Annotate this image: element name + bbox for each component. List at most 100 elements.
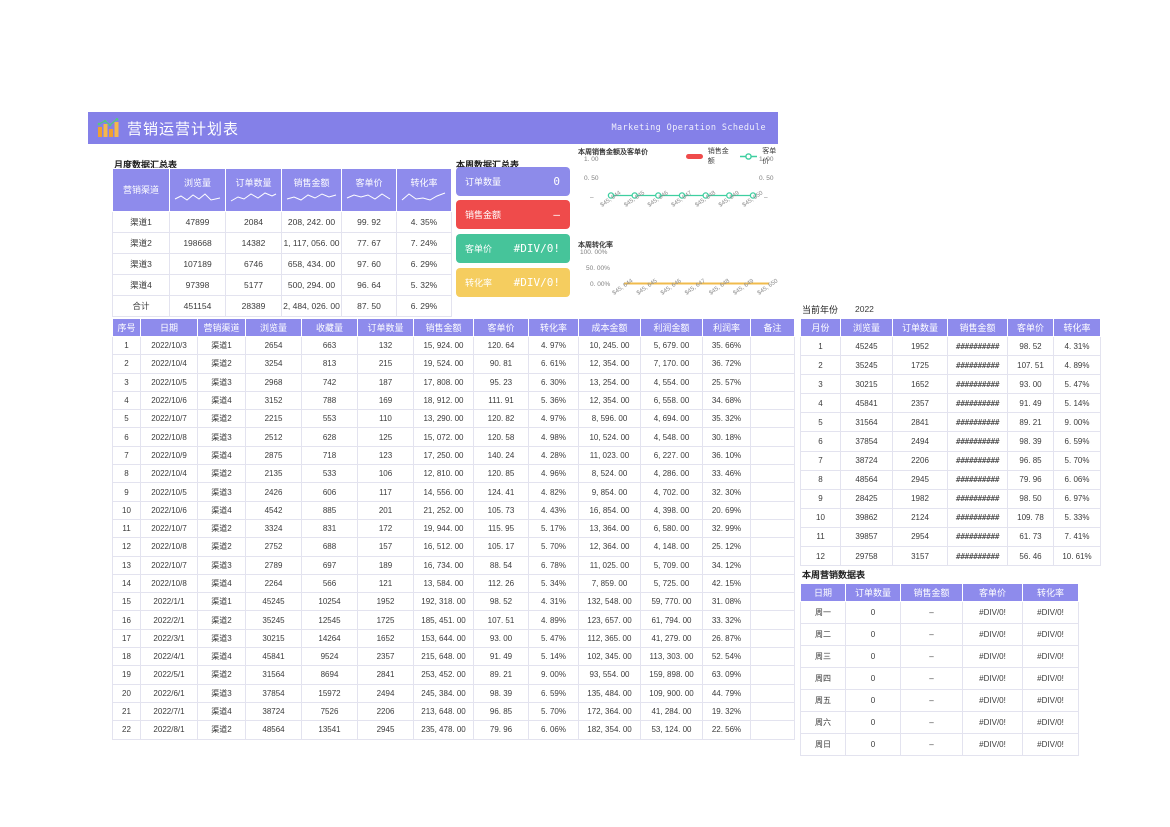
table-cell: #DIV/0! bbox=[962, 623, 1023, 646]
table-cell: 2022/10/5 bbox=[140, 482, 198, 502]
table-cell: 106 bbox=[357, 464, 414, 484]
table-cell: 28425 bbox=[840, 488, 893, 509]
table-cell: 2206 bbox=[357, 701, 414, 722]
table-cell: 5 bbox=[112, 409, 141, 429]
kpi-label: 订单数量 bbox=[465, 177, 502, 187]
table-cell: 渠道1 bbox=[112, 211, 170, 233]
kpi-card-unitprice[interactable]: 客单价 #DIV/0! bbox=[456, 234, 570, 263]
table-cell bbox=[750, 464, 795, 484]
kpi-card-conversion[interactable]: 转化率 #DIV/0! bbox=[456, 268, 570, 297]
table-cell: 44. 79% bbox=[702, 683, 751, 703]
x-tick-4: $45, 648 bbox=[708, 278, 731, 297]
table-cell: 5. 32% bbox=[396, 274, 452, 296]
table-cell: ########## bbox=[947, 526, 1008, 548]
table-cell: 0 bbox=[845, 645, 901, 668]
table-cell: 33. 32% bbox=[702, 610, 751, 630]
table-cell: 19, 944. 00 bbox=[413, 518, 474, 539]
kpi-card-sales[interactable]: 销售金额 – bbox=[456, 200, 570, 229]
kpi-label: 销售金额 bbox=[465, 210, 502, 220]
table-cell: – bbox=[900, 711, 963, 734]
col-favorites: 收藏量 bbox=[301, 318, 358, 337]
table-cell: 0 bbox=[845, 733, 901, 756]
table-cell bbox=[750, 555, 795, 575]
table-cell: 8694 bbox=[301, 665, 358, 685]
table-cell: 6. 59% bbox=[1053, 431, 1101, 452]
table-cell bbox=[750, 482, 795, 502]
table-cell: 107189 bbox=[169, 253, 226, 275]
table-cell: #DIV/0! bbox=[1022, 733, 1079, 756]
table-cell: ########## bbox=[947, 431, 1008, 452]
y-tick-3: 0. 00% bbox=[590, 281, 610, 288]
table-row: 8 2022/10/4 渠道2 2135 533 106 12, 810. 00 120. 8… bbox=[112, 464, 795, 484]
table-cell: 96. 85 bbox=[473, 701, 529, 722]
table-cell: 5. 47% bbox=[528, 628, 579, 649]
table-cell: 53, 124. 00 bbox=[640, 720, 703, 740]
table-cell: 109, 900. 00 bbox=[640, 683, 703, 703]
table-cell: 125 bbox=[357, 427, 414, 447]
table-row: 5 2022/10/7 渠道2 2215 553 110 13, 290. 00 120. 8… bbox=[112, 409, 795, 429]
col-conversion: 转化率 bbox=[528, 318, 579, 337]
table-cell: 16 bbox=[112, 610, 141, 630]
col-views: 浏览量 bbox=[169, 168, 226, 212]
table-cell: 30215 bbox=[245, 628, 302, 649]
table-cell: 189 bbox=[357, 555, 414, 575]
table-cell bbox=[750, 537, 795, 557]
table-cell: 2022/7/1 bbox=[140, 701, 198, 722]
table-cell: 周二 bbox=[800, 623, 846, 646]
table-cell: 2752 bbox=[245, 537, 302, 557]
table-cell: 9, 854. 00 bbox=[578, 482, 641, 502]
table-cell: 533 bbox=[301, 464, 358, 484]
table-cell: 213, 648. 00 bbox=[413, 701, 474, 722]
kpi-card-orders[interactable]: 订单数量 0 bbox=[456, 167, 570, 196]
table-cell: 45841 bbox=[840, 393, 893, 414]
table-cell: 688 bbox=[301, 537, 358, 557]
table-cell: 42. 15% bbox=[702, 573, 751, 594]
table-cell: 合计 bbox=[112, 295, 170, 317]
table-cell: 112. 26 bbox=[473, 573, 529, 594]
col-sales: 销售金额 bbox=[281, 168, 342, 212]
table-cell: 13 bbox=[112, 555, 141, 575]
col-day: 日期 bbox=[800, 583, 846, 602]
table-cell: 2022/10/4 bbox=[140, 464, 198, 484]
table-header-row: 序号 日期 营销渠道 浏览量 收藏量 订单数量 销售金额 客单价 转化率 成本金… bbox=[112, 318, 795, 337]
table-cell: 34. 12% bbox=[702, 555, 751, 575]
table-cell: 38724 bbox=[245, 701, 302, 722]
table-cell bbox=[750, 372, 795, 392]
table-cell: 30. 18% bbox=[702, 427, 751, 447]
table-cell: 2022/10/7 bbox=[140, 555, 198, 575]
table-cell: 87. 50 bbox=[341, 295, 397, 317]
table-cell: 6746 bbox=[225, 253, 282, 275]
year-value[interactable]: 2022 bbox=[855, 304, 874, 314]
table-cell bbox=[750, 335, 795, 356]
table-row: 周五 0– #DIV/0! #DIV/0! bbox=[800, 689, 1079, 712]
table-cell: ########## bbox=[947, 335, 1008, 357]
table-cell: 渠道4 bbox=[112, 274, 170, 296]
week-table-caption: 本周营销数据表 bbox=[802, 570, 866, 580]
table-cell: ########## bbox=[947, 450, 1008, 471]
table-cell: 14264 bbox=[301, 628, 358, 649]
table-cell: 451154 bbox=[169, 295, 226, 317]
table-row: 21 2022/7/1 渠道4 38724 7526 2206 213, 648. 00 96… bbox=[112, 701, 795, 722]
table-cell: 29758 bbox=[840, 546, 893, 567]
weekly-marketing-table: 日期 订单数量 销售金额 客单价 转化率 周一 0– #DIV/0! #DIV/0! 周… bbox=[800, 583, 1079, 756]
kpi-label: 客单价 bbox=[465, 244, 493, 254]
table-row: 周四 0– #DIV/0! #DIV/0! bbox=[800, 667, 1079, 690]
table-cell: 32. 30% bbox=[702, 482, 751, 502]
table-cell: 788 bbox=[301, 390, 358, 411]
table-row: 12 2022/10/8 渠道2 2752 688 157 16, 512. 00 105. … bbox=[112, 537, 795, 557]
kpi-value: #DIV/0! bbox=[513, 242, 560, 255]
table-cell: 39857 bbox=[840, 526, 893, 548]
table-cell: 19. 32% bbox=[702, 701, 751, 722]
table-cell: 4. 31% bbox=[528, 592, 579, 612]
table-cell: 2841 bbox=[892, 412, 948, 433]
table-cell: 2022/1/1 bbox=[140, 592, 198, 612]
chart-legend: 销售金额 客单价 bbox=[686, 146, 783, 166]
table-cell: 2022/10/3 bbox=[140, 335, 198, 356]
col-channel: 营销渠道 bbox=[197, 318, 246, 337]
table-cell: 渠道4 bbox=[197, 390, 246, 411]
table-cell: 8, 524. 00 bbox=[578, 464, 641, 484]
table-cell: 2084 bbox=[225, 211, 282, 233]
table-cell: 2022/10/9 bbox=[140, 445, 198, 466]
table-cell: 渠道4 bbox=[197, 445, 246, 466]
monthly-year-body: 1 45245 1952 ########## 98. 52 4. 31% 2 35245 17… bbox=[800, 335, 1101, 567]
